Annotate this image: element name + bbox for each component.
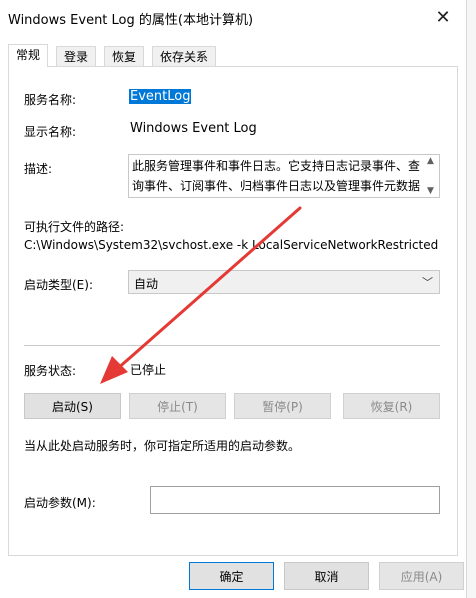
service-status-label: 服务状态: xyxy=(24,364,77,378)
ok-button-label: 确定 xyxy=(219,569,244,584)
start-params-input[interactable] xyxy=(150,486,440,514)
description-label: 描述: xyxy=(24,162,53,176)
tab-logon[interactable]: 登录 xyxy=(56,46,97,66)
service-name-value[interactable]: EventLog xyxy=(129,89,192,104)
start-button[interactable]: 启动(S) xyxy=(24,393,121,419)
separator xyxy=(24,345,440,346)
description-scrollbar[interactable]: ▲ ▼ xyxy=(424,155,439,197)
tab-label: 依存关系 xyxy=(160,50,209,64)
display-name-value[interactable]: Windows Event Log xyxy=(130,121,257,136)
tab-label: 常规 xyxy=(16,48,41,62)
description-box[interactable]: 此服务管理事件和事件日志。它支持日志记录事件、查询事件、订阅事件、归档事件日志以… xyxy=(128,154,440,198)
startup-type-select[interactable]: 自动 ﹀ xyxy=(128,270,440,294)
ok-button[interactable]: 确定 xyxy=(189,562,274,590)
stop-button[interactable]: 停止(T) xyxy=(129,393,226,419)
exec-path-label: 可执行文件的路径: xyxy=(24,220,125,234)
title-bar: Windows Event Log 的属性(本地计算机) ✕ xyxy=(0,0,466,34)
window-title: Windows Event Log 的属性(本地计算机) xyxy=(8,13,254,28)
chevron-down-icon: ﹀ xyxy=(422,276,433,289)
stop-button-label: 停止(T) xyxy=(157,399,198,414)
tab-label: 恢复 xyxy=(112,50,137,64)
cancel-button[interactable]: 取消 xyxy=(284,562,369,590)
startup-type-label: 启动类型(E): xyxy=(24,278,93,292)
exec-path-value: C:\Windows\System32\svchost.exe -k Local… xyxy=(24,238,439,252)
pause-button-label: 暂停(P) xyxy=(262,399,303,414)
apply-button[interactable]: 应用(A) xyxy=(379,562,464,590)
scroll-down-icon[interactable]: ▼ xyxy=(427,186,434,196)
scroll-up-icon[interactable]: ▲ xyxy=(427,156,434,166)
service-name-label: 服务名称: xyxy=(24,93,77,107)
close-button[interactable]: ✕ xyxy=(420,0,466,34)
display-name-label: 显示名称: xyxy=(24,125,77,139)
tab-general[interactable]: 常规 xyxy=(8,44,49,67)
hint-text: 当从此处启动服务时，你可指定所适用的启动参数。 xyxy=(24,439,301,453)
tab-label: 登录 xyxy=(64,50,89,64)
description-text: 此服务管理事件和事件日志。它支持日志记录事件、查询事件、订阅事件、归档事件日志以… xyxy=(132,159,421,193)
startup-type-value: 自动 xyxy=(134,277,159,291)
start-params-label: 启动参数(M): xyxy=(24,496,96,510)
apply-button-label: 应用(A) xyxy=(400,569,443,584)
resume-button-label: 恢复(R) xyxy=(370,399,413,414)
tab-recovery[interactable]: 恢复 xyxy=(104,46,145,66)
start-button-label: 启动(S) xyxy=(52,399,93,414)
resume-button[interactable]: 恢复(R) xyxy=(343,393,440,419)
background-window-edge xyxy=(466,0,476,598)
tab-strip: 常规 登录 恢复 依存关系 xyxy=(8,44,458,67)
cancel-button-label: 取消 xyxy=(314,569,339,584)
close-icon: ✕ xyxy=(435,6,451,28)
tab-dependencies[interactable]: 依存关系 xyxy=(152,46,217,66)
pause-button[interactable]: 暂停(P) xyxy=(234,393,331,419)
service-status-value: 已停止 xyxy=(130,363,167,377)
